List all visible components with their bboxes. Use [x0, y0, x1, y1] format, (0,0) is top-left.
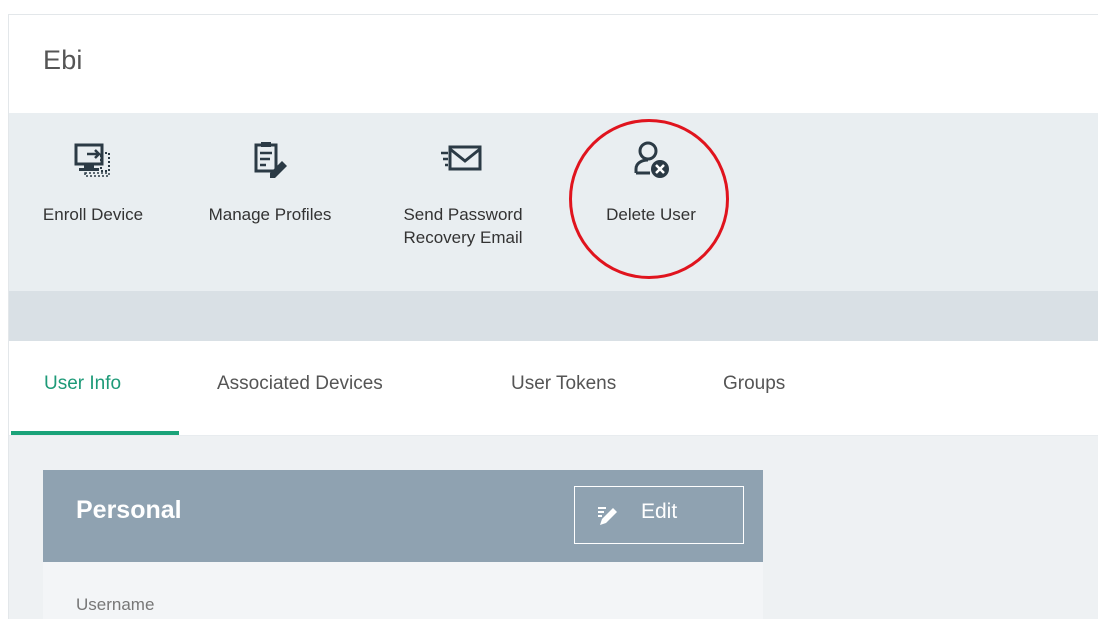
- enroll-device-label: Enroll Device: [42, 205, 144, 224]
- tab-user-tokens[interactable]: User Tokens: [511, 373, 616, 395]
- username-label: Username: [76, 595, 155, 614]
- toolbar-divider-strip: [9, 291, 1098, 341]
- tab-associated-devices[interactable]: Associated Devices: [217, 373, 383, 395]
- personal-panel-title: Personal: [76, 496, 182, 524]
- manage-profiles-icon: [185, 137, 355, 183]
- active-tab-indicator: [11, 431, 179, 435]
- action-toolbar: Enroll Device Manage Profiles Send Passw…: [9, 113, 1098, 291]
- edit-button-label: Edit: [641, 500, 678, 523]
- send-password-recovery-label: Send Password Recovery Email: [383, 203, 543, 249]
- enroll-device-button[interactable]: Enroll Device: [23, 137, 163, 226]
- edit-button[interactable]: Edit: [574, 486, 744, 544]
- user-details-page: Ebi Enroll Device Manage Profiles Send P…: [8, 14, 1098, 619]
- delete-user-button[interactable]: Delete User: [581, 137, 721, 226]
- enroll-device-icon: [23, 137, 163, 183]
- envelope-icon: [383, 137, 543, 183]
- tab-user-info[interactable]: User Info: [44, 373, 121, 395]
- personal-panel-header: Personal Edit: [43, 470, 763, 562]
- send-password-label-line1: Send Password: [403, 205, 523, 224]
- send-password-recovery-button[interactable]: Send Password Recovery Email: [383, 137, 543, 249]
- tab-groups[interactable]: Groups: [723, 373, 785, 395]
- manage-profiles-label: Manage Profiles: [208, 205, 332, 224]
- delete-user-label: Delete User: [606, 205, 696, 224]
- page-title: Ebi: [43, 45, 83, 75]
- send-password-label-line2: Recovery Email: [403, 228, 523, 247]
- delete-user-icon: [581, 137, 721, 183]
- pencil-icon: [597, 504, 621, 533]
- user-tabs: User Info Associated Devices User Tokens…: [9, 341, 1098, 436]
- manage-profiles-button[interactable]: Manage Profiles: [185, 137, 355, 226]
- personal-panel-body: Username: [43, 562, 763, 619]
